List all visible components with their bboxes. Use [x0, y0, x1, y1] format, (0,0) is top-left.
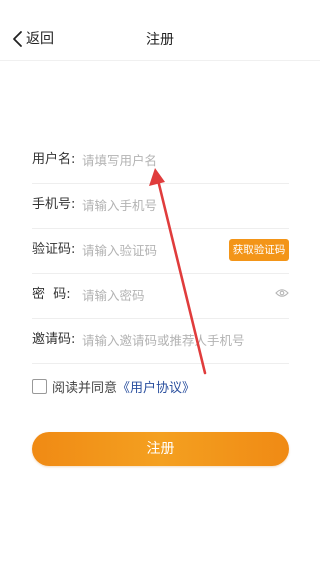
password-row: 密 码: [32, 272, 289, 319]
phone-input[interactable] [82, 195, 282, 215]
invite-input[interactable] [82, 330, 282, 350]
code-label: 验证码: [32, 242, 76, 257]
phone-label: 手机号: [32, 197, 76, 212]
password-input[interactable] [82, 285, 222, 305]
get-code-button[interactable]: 获取验证码 [229, 239, 289, 261]
invite-row: 邀请码: [32, 317, 289, 364]
register-button[interactable]: 注册 [32, 432, 289, 466]
phone-row: 手机号: [32, 182, 289, 229]
password-label: 密 码: [32, 287, 71, 302]
username-input[interactable] [82, 150, 282, 170]
register-page: 返回 注册 用户名: 手机号: 验证码: 获取验证码 密 码: 邀请码: 阅读并… [0, 0, 320, 568]
username-row: 用户名: [32, 137, 289, 184]
navbar: 返回 注册 [0, 0, 320, 61]
username-label: 用户名: [32, 152, 76, 167]
eye-icon[interactable] [275, 288, 289, 298]
user-agreement-link[interactable]: 《用户协议》 [117, 377, 195, 396]
code-row: 验证码: 获取验证码 [32, 227, 289, 274]
agreement-checkbox[interactable] [32, 378, 47, 394]
invite-label: 邀请码: [32, 332, 76, 347]
page-title: 注册 [146, 32, 174, 48]
code-input[interactable] [82, 240, 222, 260]
agreement-text: 阅读并同意 [52, 380, 118, 396]
agreement: 阅读并同意 《用户协议》 [32, 376, 195, 396]
